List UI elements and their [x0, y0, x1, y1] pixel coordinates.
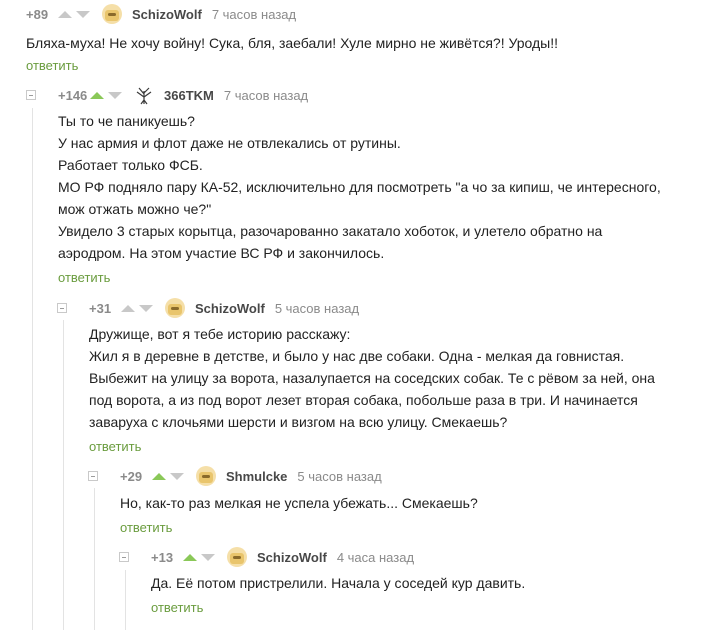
downvote-icon[interactable]: [108, 91, 122, 99]
comment-header: +13 SchizoWolf 4 часа назад: [119, 547, 414, 567]
comment-rating: +89: [26, 6, 49, 22]
comment-line: У нас армия и флот даже не отвлекались о…: [58, 135, 401, 151]
comment-text: Бляха-муха! Не хочу войну! Сука, бля, за…: [26, 32, 558, 54]
comment-line: Дружище, вот я тебе историю расскажу:: [89, 326, 351, 342]
avatar[interactable]: [102, 4, 122, 24]
comment-time[interactable]: 4 часа назад: [337, 550, 414, 565]
collapse-toggle-icon[interactable]: [26, 90, 36, 100]
comment-line: Но, как-то раз мелкая не успела убежать.…: [120, 495, 478, 511]
comment-header: +146 366TKM 7 часов назад: [26, 85, 308, 105]
comment-text: Но, как-то раз мелкая не успела убежать.…: [120, 492, 478, 514]
comment-line: Ты то че паникуешь?: [58, 113, 195, 129]
comment-line: Да. Её потом пристрелили. Начала у сосед…: [151, 575, 526, 591]
comment-line: заваруха с клочьями шерсти и визгом на в…: [89, 414, 508, 430]
reply-link[interactable]: ответить: [89, 439, 141, 454]
thread-line: [32, 108, 33, 630]
collapse-toggle-icon[interactable]: [57, 303, 67, 313]
thread-line: [94, 488, 95, 630]
upvote-icon[interactable]: [152, 472, 166, 480]
comment-time[interactable]: 7 часов назад: [212, 7, 296, 22]
comment-line: Бляха-муха! Не хочу войну! Сука, бля, за…: [26, 35, 559, 51]
comment-line: Выбежит на улицу за ворота, назалупается…: [89, 370, 655, 386]
comment-line: под ворота, а из под ворот лезет вторая …: [89, 392, 638, 408]
comment-text: Дружище, вот я тебе историю расскажу: Жи…: [89, 323, 655, 433]
downvote-icon[interactable]: [76, 10, 90, 18]
comment-text: Да. Её потом пристрелили. Начала у сосед…: [151, 572, 525, 594]
comment-rating: +13: [151, 549, 174, 565]
comment-text: Ты то че паникуешь? У нас армия и флот д…: [58, 110, 661, 264]
comment-line: Работает только ФСБ.: [58, 157, 203, 173]
upvote-icon[interactable]: [90, 91, 104, 99]
reply-link[interactable]: ответить: [26, 58, 78, 73]
tree-avatar-icon: [136, 87, 152, 105]
comment-header: +31 SchizoWolf 5 часов назад: [57, 298, 359, 318]
comment-line: МО РФ подняло пару КА-52, исключительно …: [58, 179, 661, 195]
comment-author[interactable]: Shmulcke: [226, 469, 287, 484]
comment-author[interactable]: SchizoWolf: [132, 7, 202, 22]
comment-line: аэродром. На этом участие ВС РФ и законч…: [58, 245, 385, 261]
comment-author[interactable]: SchizoWolf: [257, 550, 327, 565]
avatar[interactable]: [196, 466, 216, 486]
comment-time[interactable]: 5 часов назад: [297, 469, 381, 484]
comment-header: +29 Shmulcke 5 часов назад: [88, 466, 382, 486]
comment-time[interactable]: 7 часов назад: [224, 88, 308, 103]
downvote-icon[interactable]: [170, 472, 184, 480]
comment-author[interactable]: SchizoWolf: [195, 301, 265, 316]
upvote-icon[interactable]: [121, 304, 135, 312]
upvote-icon[interactable]: [183, 553, 197, 561]
comment-rating: +29: [120, 468, 143, 484]
avatar[interactable]: [227, 547, 247, 567]
downvote-icon[interactable]: [201, 553, 215, 561]
downvote-icon[interactable]: [139, 304, 153, 312]
comment-rating: +31: [89, 300, 112, 316]
thread-line: [125, 570, 126, 630]
reply-link[interactable]: ответить: [120, 520, 172, 535]
comment-line: Жил я в деревне в детстве, и было у нас …: [89, 348, 625, 364]
comment-time[interactable]: 5 часов назад: [275, 301, 359, 316]
upvote-icon[interactable]: [58, 10, 72, 18]
comment-author[interactable]: 366TKM: [164, 88, 214, 103]
comment-line: мож отжать можно че?": [58, 201, 212, 217]
reply-link[interactable]: ответить: [151, 600, 203, 615]
comment-rating: +146: [58, 87, 88, 103]
comment-line: Увидело 3 старых корытца, разочарованно …: [58, 223, 603, 239]
thread-line: [63, 320, 64, 630]
collapse-toggle-icon[interactable]: [88, 471, 98, 481]
comment-header: +89 SchizoWolf 7 часов назад: [26, 4, 296, 24]
avatar[interactable]: [134, 85, 154, 105]
avatar[interactable]: [165, 298, 185, 318]
collapse-toggle-icon[interactable]: [119, 552, 129, 562]
reply-link[interactable]: ответить: [58, 270, 110, 285]
